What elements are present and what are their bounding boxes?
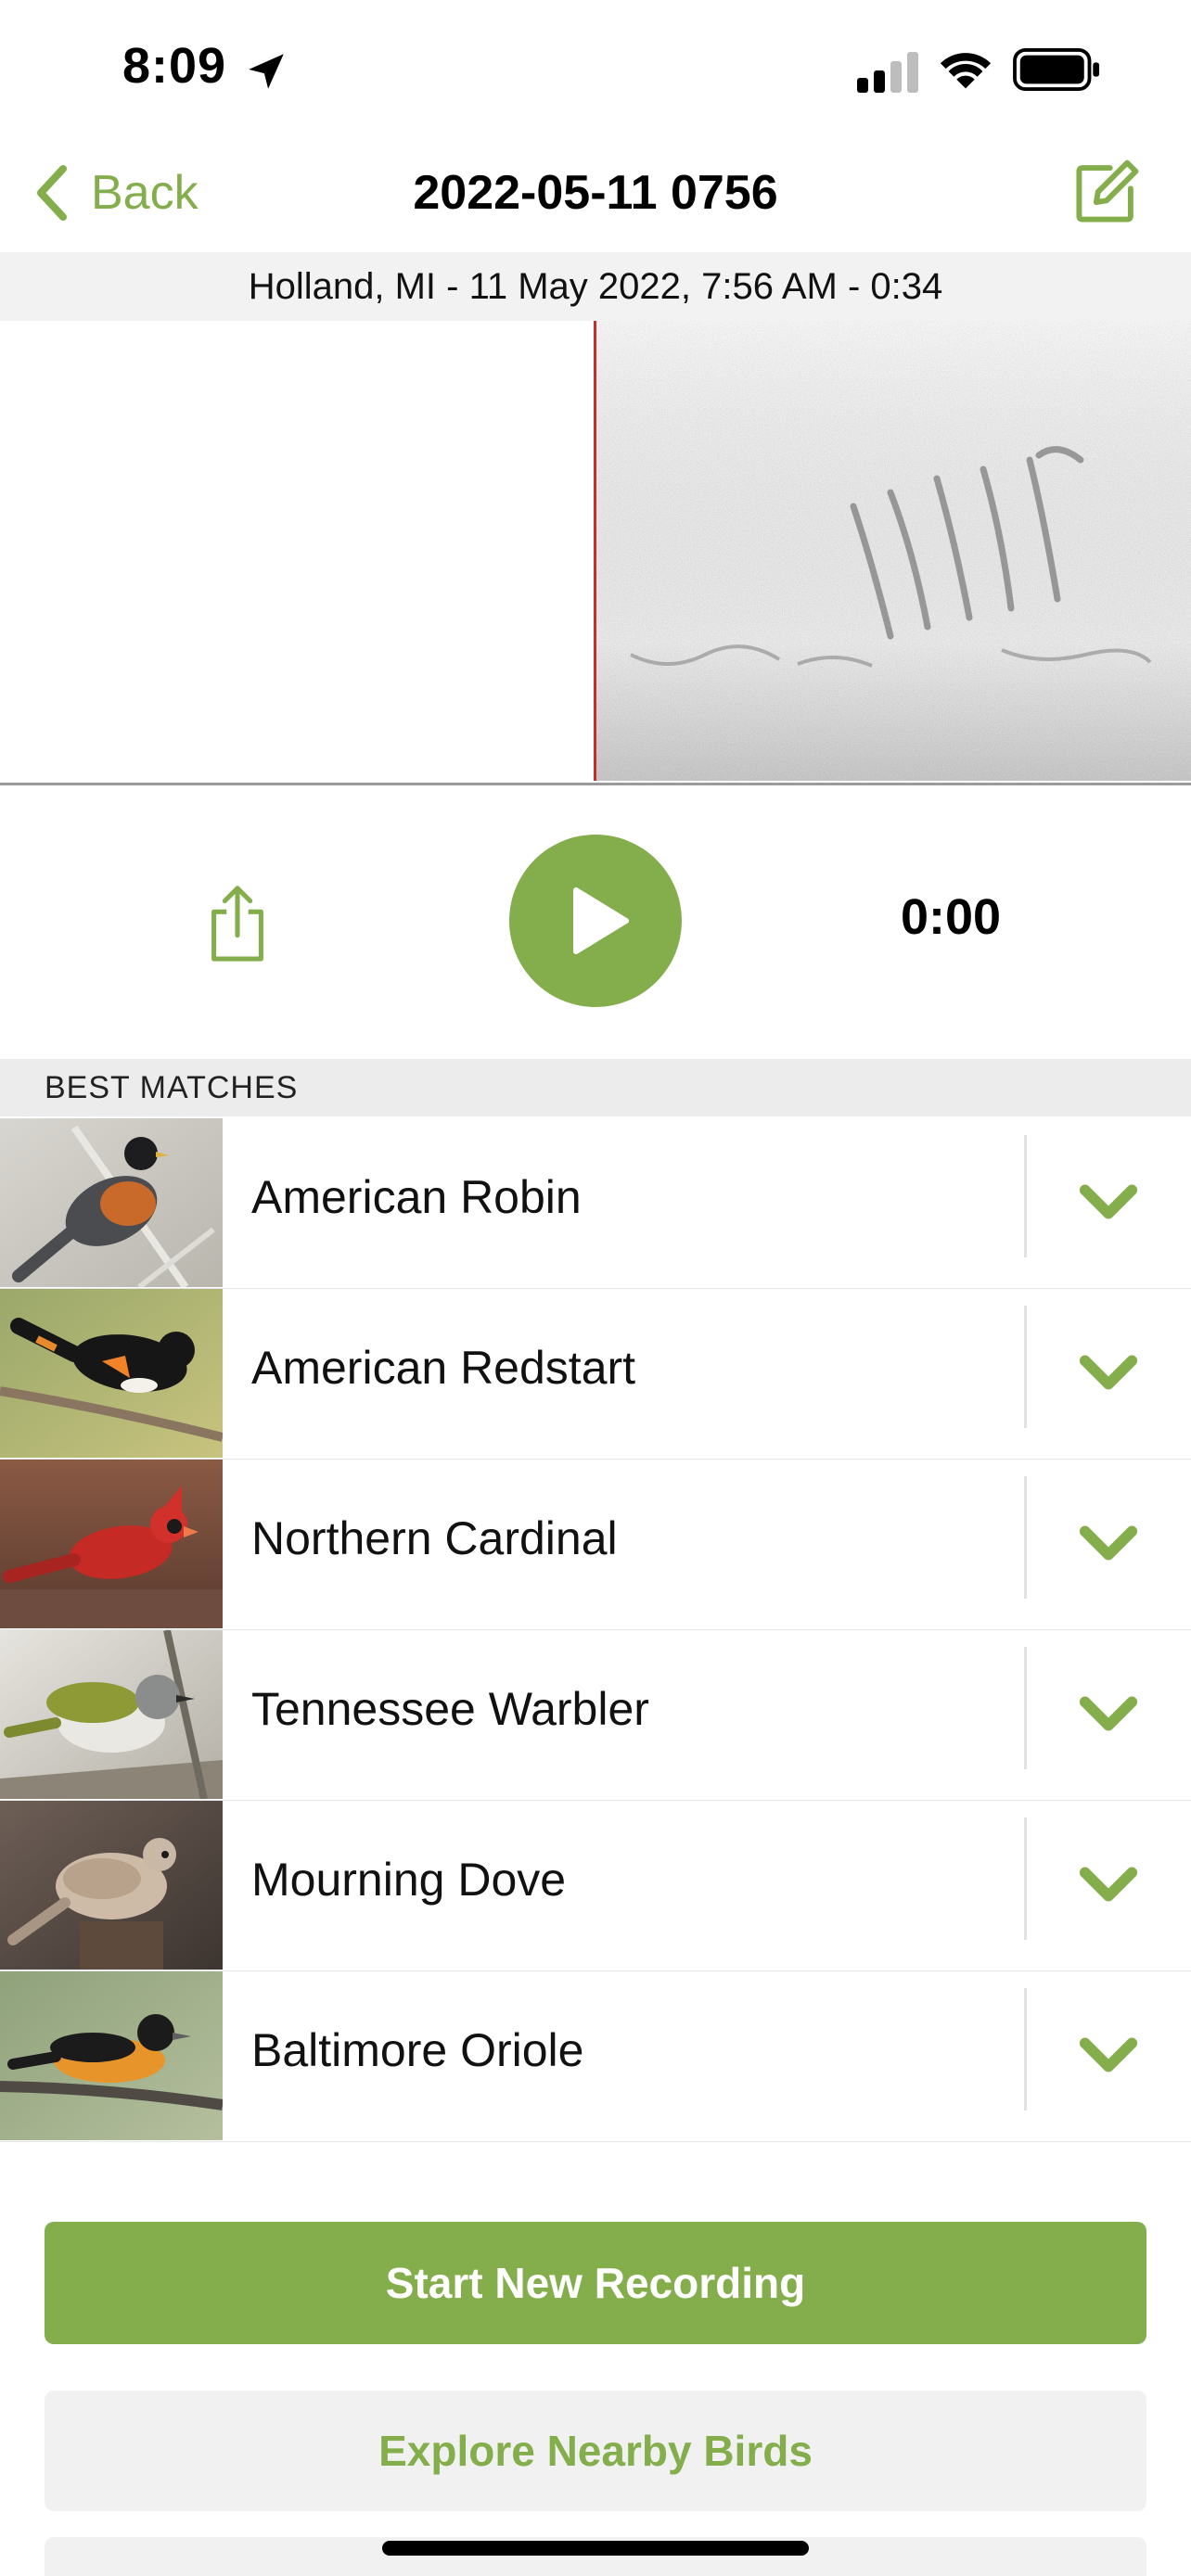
bird-name: Baltimore Oriole — [251, 2024, 584, 2076]
recording-info: Holland, MI - 11 May 2022, 7:56 AM - 0:3… — [0, 252, 1191, 321]
play-button[interactable] — [509, 835, 682, 1007]
spectrogram-image — [594, 321, 1191, 781]
chevron-down-icon[interactable] — [1076, 1691, 1141, 1738]
match-row-mourning-dove[interactable]: Mourning Dove — [0, 1801, 1191, 1971]
match-row-northern-cardinal[interactable]: Northern Cardinal — [0, 1460, 1191, 1630]
player-controls: 0:00 — [0, 784, 1191, 1059]
spectrogram[interactable] — [0, 321, 1191, 785]
home-indicator[interactable] — [382, 2541, 809, 2556]
matches-list: American Robin American Redstart Norther… — [0, 1118, 1191, 2142]
bird-photo — [0, 1971, 223, 2140]
match-row-american-robin[interactable]: American Robin — [0, 1118, 1191, 1289]
bird-name: American Redstart — [251, 1342, 636, 1394]
playback-time: 0:00 — [900, 889, 1002, 945]
playhead-marker[interactable] — [594, 321, 596, 781]
status-time: 8:09 — [122, 38, 227, 94]
bird-photo — [0, 1289, 223, 1458]
battery-icon — [1013, 48, 1100, 91]
row-divider — [1024, 1647, 1027, 1769]
share-icon[interactable] — [206, 883, 269, 963]
bird-photo — [0, 1118, 223, 1287]
bird-photo — [0, 1630, 223, 1799]
bird-name: Northern Cardinal — [251, 1512, 618, 1564]
bird-photo — [0, 1801, 223, 1970]
chevron-down-icon[interactable] — [1076, 1862, 1141, 1908]
bird-photo — [0, 1460, 223, 1628]
navigation-bar: Back 2022-05-11 0756 — [0, 139, 1191, 252]
location-arrow-icon — [249, 54, 284, 89]
chevron-down-icon[interactable] — [1076, 1521, 1141, 1567]
edit-icon[interactable] — [1072, 158, 1141, 226]
section-title: BEST MATCHES — [45, 1070, 299, 1105]
wifi-icon — [940, 53, 992, 89]
cellular-signal-icon — [857, 52, 918, 93]
play-icon — [573, 887, 629, 954]
row-divider — [1024, 1306, 1027, 1428]
row-divider — [1024, 1476, 1027, 1599]
row-divider — [1024, 1817, 1027, 1940]
bird-name: Mourning Dove — [251, 1854, 567, 1906]
start-new-recording-button[interactable]: Start New Recording — [45, 2222, 1146, 2344]
row-divider — [1024, 1988, 1027, 2111]
chevron-down-icon[interactable] — [1076, 1350, 1141, 1396]
status-bar: 8:09 — [0, 0, 1191, 139]
bird-name: Tennessee Warbler — [251, 1683, 649, 1735]
recording-detail-screen: 8:09 Back 2022-05-11 0756 Holland, MI - … — [0, 0, 1191, 2576]
match-row-baltimore-oriole[interactable]: Baltimore Oriole — [0, 1971, 1191, 2142]
bird-name: American Robin — [251, 1171, 582, 1223]
explore-nearby-birds-button[interactable]: Explore Nearby Birds — [45, 2391, 1146, 2511]
row-divider — [1024, 1135, 1027, 1257]
match-row-american-redstart[interactable]: American Redstart — [0, 1289, 1191, 1460]
best-matches-header: BEST MATCHES — [0, 1059, 1191, 1116]
chevron-down-icon[interactable] — [1076, 1180, 1141, 1226]
page-title: 2022-05-11 0756 — [413, 166, 778, 220]
chevron-down-icon[interactable] — [1076, 2033, 1141, 2079]
match-row-tennessee-warbler[interactable]: Tennessee Warbler — [0, 1630, 1191, 1801]
